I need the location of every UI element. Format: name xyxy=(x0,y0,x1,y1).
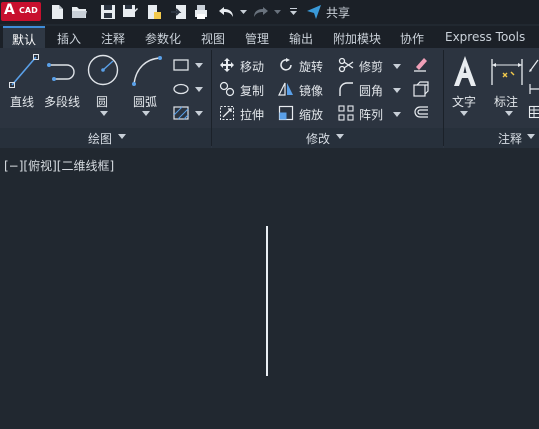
rotate-label: 旋转 xyxy=(299,60,324,74)
rectangle-dropdown-icon[interactable] xyxy=(195,63,203,68)
import-icon[interactable] xyxy=(170,3,188,21)
circle-label: 圆 xyxy=(96,95,109,109)
trim-icon[interactable] xyxy=(338,57,354,73)
arc-icon[interactable] xyxy=(130,54,164,88)
explode-icon[interactable] xyxy=(412,80,430,98)
export-icon[interactable] xyxy=(192,3,210,21)
fillet-icon[interactable] xyxy=(338,81,354,97)
mirror-icon[interactable] xyxy=(278,81,294,97)
offset-icon[interactable] xyxy=(412,104,430,122)
fillet-label: 圆角 xyxy=(359,84,384,98)
tab-collaborate[interactable]: 协作 xyxy=(400,30,424,47)
redo-dropdown-icon[interactable] xyxy=(274,8,281,16)
rotate-icon[interactable] xyxy=(278,57,294,73)
tab-output[interactable]: 输出 xyxy=(289,30,313,47)
undo-dropdown-icon[interactable] xyxy=(240,8,247,16)
dimension-icon[interactable] xyxy=(489,55,525,89)
polyline-label: 多段线 xyxy=(44,95,81,109)
trim-dropdown-icon[interactable] xyxy=(393,64,401,69)
annotation-panel-expand-icon[interactable] xyxy=(527,134,535,139)
text-label: 文字 xyxy=(452,95,477,109)
array-label: 阵列 xyxy=(359,108,384,122)
scale-icon[interactable] xyxy=(278,105,294,121)
share-label: 共享 xyxy=(326,6,351,20)
leader-icon[interactable] xyxy=(528,57,539,73)
undo-icon[interactable] xyxy=(217,3,235,21)
tab-parametric[interactable]: 参数化 xyxy=(145,30,181,47)
annotation-panel-title-bar[interactable] xyxy=(444,128,539,148)
arc-dropdown-icon[interactable] xyxy=(142,111,150,116)
dimension-label: 标注 xyxy=(494,95,519,109)
modify-panel-title: 修改 xyxy=(306,132,331,146)
annotation-panel-title: 注释 xyxy=(498,132,523,146)
copy-label: 复制 xyxy=(240,84,265,98)
ribbon-tabs: 默认 插入 注释 参数化 视图 管理 输出 附加模块 协作 Express To… xyxy=(0,26,539,48)
new-file-icon[interactable] xyxy=(48,3,66,21)
tab-default[interactable]: 默认 xyxy=(3,26,46,48)
move-label: 移动 xyxy=(240,60,265,74)
tab-insert[interactable]: 插入 xyxy=(57,30,81,47)
publish-icon[interactable] xyxy=(145,3,163,21)
customize-dropdown-icon[interactable] xyxy=(290,8,297,16)
share-icon xyxy=(307,5,321,19)
mirror-label: 镜像 xyxy=(299,84,324,98)
quick-access-toolbar: A CAD 共享 xyxy=(0,0,539,24)
panel-separator xyxy=(211,50,212,146)
array-icon[interactable] xyxy=(338,105,354,121)
modify-panel-expand-icon[interactable] xyxy=(336,134,344,139)
tab-addins[interactable]: 附加模块 xyxy=(333,30,381,47)
rectangle-icon[interactable] xyxy=(172,58,190,72)
tab-view[interactable]: 视图 xyxy=(201,30,225,47)
app-logo[interactable]: A CAD xyxy=(1,2,41,21)
draw-panel-title: 绘图 xyxy=(88,132,113,146)
text-dropdown-icon[interactable] xyxy=(460,111,468,116)
ellipse-dropdown-icon[interactable] xyxy=(195,87,203,92)
ellipse-icon[interactable] xyxy=(172,82,190,96)
hatch-icon[interactable] xyxy=(172,105,190,121)
array-dropdown-icon[interactable] xyxy=(393,112,401,117)
move-icon[interactable] xyxy=(219,57,235,73)
line-icon[interactable] xyxy=(8,53,40,89)
logo-letter: A xyxy=(4,2,15,18)
multileader-icon[interactable] xyxy=(528,82,539,96)
fillet-dropdown-icon[interactable] xyxy=(393,88,401,93)
redo-icon[interactable] xyxy=(252,3,270,21)
open-folder-icon[interactable] xyxy=(70,3,88,21)
polyline-icon[interactable] xyxy=(46,57,82,85)
text-icon[interactable] xyxy=(450,54,480,90)
stretch-icon[interactable] xyxy=(219,105,235,121)
scale-label: 缩放 xyxy=(299,108,324,122)
line-label: 直线 xyxy=(10,95,35,109)
panel-separator xyxy=(443,50,444,146)
save-as-icon[interactable] xyxy=(121,3,139,21)
tab-manage[interactable]: 管理 xyxy=(245,30,269,47)
table-icon[interactable] xyxy=(528,105,539,119)
draw-panel-expand-icon[interactable] xyxy=(118,134,126,139)
trim-label: 修剪 xyxy=(359,60,384,74)
tab-annotate[interactable]: 注释 xyxy=(101,30,125,47)
circle-dropdown-icon[interactable] xyxy=(100,111,108,116)
logo-text: CAD xyxy=(19,6,38,15)
tab-express-tools[interactable]: Express Tools xyxy=(445,30,525,44)
save-icon[interactable] xyxy=(99,3,117,21)
dimension-dropdown-icon[interactable] xyxy=(505,111,513,116)
erase-icon[interactable] xyxy=(412,55,430,73)
copy-icon[interactable] xyxy=(219,81,235,97)
circle-icon[interactable] xyxy=(86,53,120,87)
viewport-controls-label[interactable]: [−][俯视][二维线框] xyxy=(4,157,114,174)
stretch-label: 拉伸 xyxy=(240,108,265,122)
drawn-vertical-line[interactable] xyxy=(266,226,268,376)
arc-label: 圆弧 xyxy=(133,95,158,109)
hatch-dropdown-icon[interactable] xyxy=(195,111,203,116)
